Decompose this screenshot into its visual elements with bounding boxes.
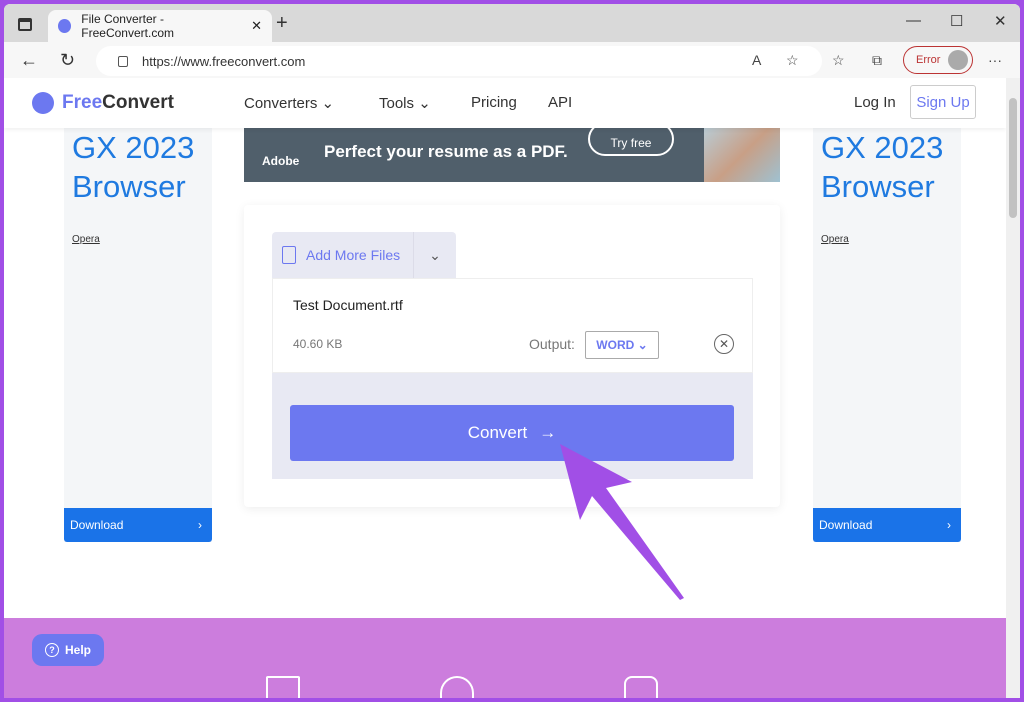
url-text: https://www.freeconvert.com <box>142 53 306 69</box>
site-header: Free Convert Converters ⌄ Tools ⌄ Pricing… <box>4 78 1006 128</box>
ad-download-button[interactable]: Download › <box>813 508 961 542</box>
ad-brand[interactable]: Opera <box>821 234 849 245</box>
profile-status: Error <box>916 54 941 66</box>
maximize-icon[interactable]: ☐ <box>950 12 963 30</box>
logo-icon <box>32 92 54 114</box>
signup-button[interactable]: Sign Up <box>910 85 976 119</box>
refresh-icon[interactable]: ↻ <box>60 50 75 71</box>
output-label: Output: <box>529 336 575 352</box>
converter-card: Add More Files ⌄ Test Document.rtf 40.60… <box>244 205 780 507</box>
browser-window: File Converter - FreeConvert.com ✕ + — ☐… <box>4 4 1020 698</box>
close-window-icon[interactable]: ✕ <box>994 12 1007 30</box>
banner-ad[interactable]: Adobe Perfect your resume as a PDF. Try … <box>244 122 780 182</box>
banner-image <box>704 128 780 182</box>
file-name: Test Document.rtf <box>293 297 403 313</box>
logo-free: Free <box>62 92 103 113</box>
avatar <box>948 50 969 70</box>
file-size: 40.60 KB <box>293 337 343 351</box>
favorites-icon[interactable]: ☆ <box>832 52 845 69</box>
menu-pricing[interactable]: Pricing <box>471 94 517 111</box>
web-page: Free Convert Converters ⌄ Tools ⌄ Pricing… <box>4 78 1006 698</box>
menu-converters[interactable]: Converters ⌄ <box>244 94 334 112</box>
back-icon[interactable]: ← <box>20 50 38 71</box>
question-icon: ? <box>44 643 59 657</box>
help-button[interactable]: ? Help <box>32 634 104 666</box>
convert-button[interactable]: Convert → <box>290 405 734 461</box>
url-field[interactable]: https://www.freeconvert.com <box>96 46 822 76</box>
new-tab-button[interactable]: + <box>276 12 288 35</box>
ad-brand[interactable]: Opera <box>72 234 100 245</box>
arrow-right-icon: → <box>539 423 557 442</box>
sidebar-toggle-icon[interactable] <box>18 18 32 31</box>
profile-button[interactable]: Error <box>903 46 973 74</box>
menu-tools[interactable]: Tools ⌄ <box>379 94 431 112</box>
add-favorite-icon[interactable]: ☆ <box>786 52 799 69</box>
ad-title: Browser <box>821 169 935 204</box>
footer-section: ? Help <box>4 618 1006 698</box>
adobe-logo: Adobe <box>262 154 300 168</box>
lock-icon <box>118 55 128 67</box>
file-row: Test Document.rtf 40.60 KB Output: WORD … <box>272 278 753 373</box>
collections-icon[interactable]: ⧉ <box>872 52 882 69</box>
menu-api[interactable]: API <box>548 94 572 111</box>
favicon-icon <box>58 19 72 33</box>
side-ad-right[interactable]: GX 2023 Browser Opera Download › <box>813 128 961 542</box>
add-more-files-button[interactable]: Add More Files ⌄ <box>272 232 456 278</box>
minimize-icon[interactable]: — <box>906 12 921 29</box>
login-link[interactable]: Log In <box>854 94 896 111</box>
scrollbar[interactable] <box>1006 78 1020 698</box>
add-files-label: Add More Files <box>306 247 401 263</box>
output-format-select[interactable]: WORD ⌄ <box>585 331 659 359</box>
side-ad-left[interactable]: GX 2023 Browser Opera Download › <box>64 128 212 542</box>
banner-text: Perfect your resume as a PDF. <box>324 142 568 161</box>
chevron-right-icon: › <box>947 518 951 532</box>
ad-title: Browser <box>72 169 186 204</box>
more-icon[interactable]: ··· <box>988 52 1002 68</box>
convert-area: Convert → <box>272 373 753 479</box>
read-aloud-icon[interactable]: A <box>752 52 761 68</box>
close-tab-icon[interactable]: ✕ <box>251 18 262 34</box>
ad-download-button[interactable]: Download › <box>64 508 212 542</box>
logo[interactable]: Free Convert <box>32 92 174 114</box>
file-icon <box>266 676 300 698</box>
logo-convert: Convert <box>102 92 174 113</box>
chevron-down-icon[interactable]: ⌄ <box>414 247 456 264</box>
remove-file-icon[interactable]: ✕ <box>714 334 734 354</box>
tab-bar: File Converter - FreeConvert.com ✕ + — ☐… <box>4 4 1020 42</box>
file-add-icon <box>282 246 296 264</box>
ad-title: GX 2023 <box>821 130 944 165</box>
address-bar: ← ↻ https://www.freeconvert.com A ☆ ☆ ⧉ … <box>4 42 1020 80</box>
chevron-right-icon: › <box>198 518 202 532</box>
ad-title: GX 2023 <box>72 130 195 165</box>
tab-title: File Converter - FreeConvert.com <box>81 12 174 40</box>
cloud-icon <box>440 676 474 698</box>
browser-tab[interactable]: File Converter - FreeConvert.com ✕ <box>48 10 272 42</box>
shield-icon <box>624 676 658 698</box>
